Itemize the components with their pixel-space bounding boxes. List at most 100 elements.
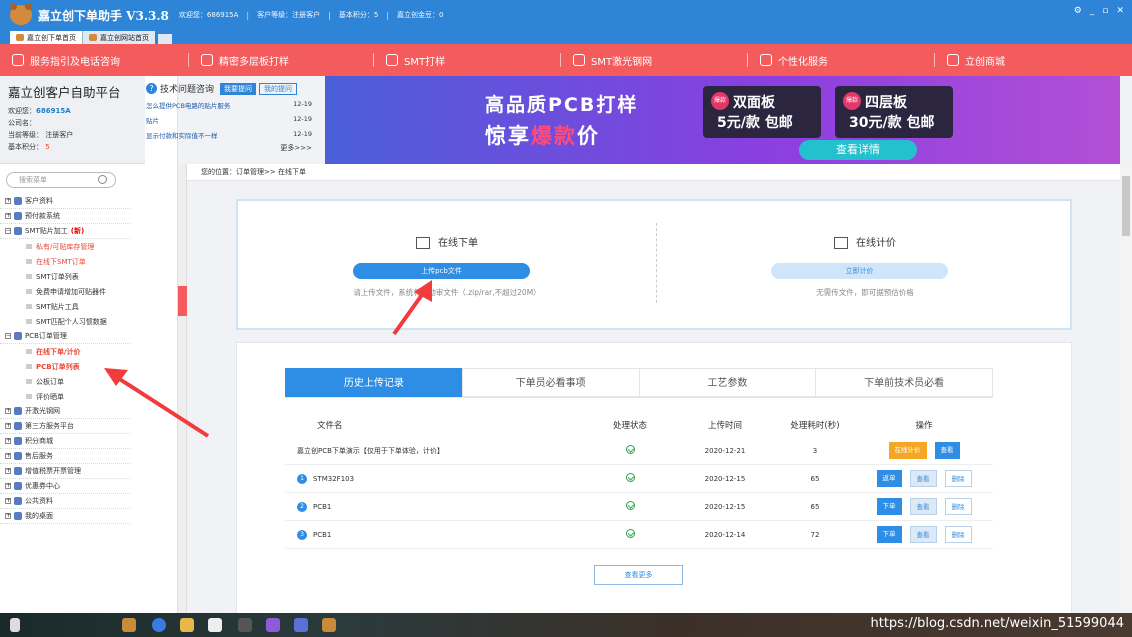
browser-icon[interactable]: [152, 618, 166, 632]
menu-group-pcb[interactable]: − PCB订单管理: [0, 329, 130, 344]
menu-group-after-sales[interactable]: + 售后服务: [0, 449, 130, 464]
customer-level-text: 客户等级：注册客户: [257, 11, 321, 19]
menu-item-smt-list[interactable]: SMT订单列表: [0, 269, 130, 284]
nav-custom-service[interactable]: 个性化服务: [748, 44, 934, 76]
menu-group-third-party[interactable]: + 第三方服务平台: [0, 419, 130, 434]
platform-title: 嘉立创客户自助平台: [8, 85, 121, 100]
menu-item-smt-habits[interactable]: SMT匹配个人习惯数据: [0, 314, 130, 329]
question-icon: ?: [146, 83, 157, 94]
flask-icon: [386, 54, 398, 66]
menu-group-coupon[interactable]: + 优惠券中心: [0, 479, 130, 494]
view-button[interactable]: 查看: [909, 470, 937, 487]
tab-process-params[interactable]: 工艺参数: [638, 368, 816, 397]
tech-title: 技术问题咨询: [160, 85, 215, 95]
menu-group-invoice[interactable]: + 增值税票开票管理: [0, 464, 130, 479]
question-item[interactable]: 怎么提供PCB电路的贴片服务 12-19: [146, 100, 312, 110]
quote-now-button[interactable]: 立即计价: [771, 263, 948, 279]
ask-question-button[interactable]: 我要提问: [220, 82, 257, 95]
minimize-icon[interactable]: _: [1090, 6, 1095, 16]
nav-multilayer[interactable]: 精密多层板打样: [189, 44, 373, 76]
bear-icon: [16, 34, 24, 41]
breadcrumb: 您的位置：订单管理>> 在线下单: [187, 164, 1120, 181]
window-tab-bar: 嘉立创下单首页 嘉立创网站首页: [0, 30, 1132, 44]
user-info-box: 嘉立创客户自助平台 欢迎您：686915A 公司名： 当前等级： 注册客户 基本…: [0, 76, 145, 164]
menu-item-smt-tools[interactable]: SMT贴片工具: [0, 299, 130, 314]
reorder-button[interactable]: 返单: [876, 470, 902, 487]
nav-smt-stencil[interactable]: SMT激光钢网: [561, 44, 747, 76]
app-bear-icon[interactable]: [122, 618, 136, 632]
view-more-button[interactable]: 查看更多: [594, 565, 683, 585]
delete-button[interactable]: 删除: [944, 498, 972, 515]
upload-pcb-button[interactable]: 上传pcb文件: [353, 263, 530, 279]
view-button[interactable]: 查看: [909, 526, 937, 543]
bear-icon: [89, 34, 97, 41]
flask-icon: [573, 54, 585, 66]
question-item[interactable]: 显示付款和实际值不一样 12-19: [146, 130, 312, 140]
view-button[interactable]: 查看: [909, 498, 937, 515]
menu-group-customer[interactable]: + 客户资料: [0, 194, 130, 209]
headset-icon: [12, 54, 24, 66]
tab-upload-history[interactable]: 历史上传记录: [285, 368, 462, 397]
menu-group-public-data[interactable]: + 公共资料: [0, 494, 130, 509]
new-tab-button[interactable]: [158, 34, 172, 44]
menu-group-points-mall[interactable]: + 积分商城: [0, 434, 130, 449]
notepad-icon[interactable]: [208, 618, 222, 632]
online-quote-button[interactable]: 在线计价: [888, 442, 927, 459]
search-icon[interactable]: [98, 175, 107, 184]
menu-item-smt-order[interactable]: 在线下SMT订单: [0, 254, 130, 269]
question-item[interactable]: 贴片 12-19: [146, 115, 312, 125]
watermark: https://blog.csdn.net/weixin_51599044: [870, 616, 1124, 631]
collapse-handle[interactable]: [178, 286, 187, 316]
tab-order-notes[interactable]: 下单员必看事项: [461, 368, 639, 397]
menu-item-smt-free[interactable]: 免费申请增加可贴器件: [0, 284, 130, 299]
settings-icon[interactable]: ⚙: [1074, 6, 1082, 16]
menu-search-input[interactable]: 搜索菜单: [6, 172, 116, 188]
menu-item-pcb-list[interactable]: PCB订单列表: [0, 359, 130, 374]
more-questions-link[interactable]: 更多>>>: [146, 143, 312, 153]
page-scrollbar[interactable]: [1120, 164, 1132, 613]
app-bear-icon[interactable]: [322, 618, 336, 632]
promo-banner[interactable]: 高品质PCB打样 惊享爆款价 爆款 双面板 5元/款 包邮 爆款 四层板 30元…: [325, 76, 1120, 164]
main-content: 在线下单 上传pcb文件 请上传文件，系统将自动审文件（.zip/rar,不超过…: [187, 182, 1120, 613]
menu-item-online-order[interactable]: 在线下单/计价: [0, 344, 130, 359]
menu-item-review[interactable]: 评价晒单: [0, 389, 130, 404]
my-questions-button[interactable]: 我的提问: [259, 82, 298, 95]
tab-tech-notes[interactable]: 下单前技术员必看: [815, 368, 993, 397]
order-button[interactable]: 下单: [876, 526, 902, 543]
menu-group-prepay[interactable]: + 预付款系统: [0, 209, 130, 224]
check-icon: [625, 529, 635, 538]
close-icon[interactable]: ✕: [1116, 6, 1124, 16]
menu-group-stencil[interactable]: + 开激光钢网: [0, 404, 130, 419]
tab-website-home[interactable]: 嘉立创网站首页: [82, 31, 155, 44]
table-header: 文件名 处理状态 上传时间 处理耗时(秒) 操作: [317, 421, 933, 431]
restore-icon[interactable]: ▫: [1102, 6, 1108, 16]
nav-service-guide[interactable]: 服务指引及电话咨询: [0, 44, 188, 76]
sidebar-collapse-bar[interactable]: [178, 164, 187, 613]
menu-item-smt-inventory[interactable]: 私有/可贴库存管理: [0, 239, 130, 254]
flask-icon: [760, 54, 772, 66]
start-icon[interactable]: [10, 618, 20, 632]
check-icon: [625, 473, 635, 482]
board-icon: [14, 332, 22, 340]
menu-group-desktop[interactable]: + 我的桌面: [0, 509, 130, 524]
order-button[interactable]: 下单: [876, 498, 902, 515]
online-order-column: 在线下单 上传pcb文件 请上传文件，系统将自动审文件（.zip/rar,不超过…: [238, 201, 656, 328]
menu-item-public-board[interactable]: 公板订单: [0, 374, 130, 389]
nav-smt[interactable]: SMT打样: [374, 44, 560, 76]
folder-icon[interactable]: [180, 618, 194, 632]
calculator-icon: [834, 237, 848, 249]
delete-button[interactable]: 删除: [944, 470, 972, 487]
scrollbar-thumb[interactable]: [1122, 176, 1130, 236]
menu-group-smt[interactable]: − SMT贴片加工 (新): [0, 224, 130, 239]
tab-order-home[interactable]: 嘉立创下单首页: [10, 31, 82, 44]
welcome-text: 欢迎您：686915A: [178, 11, 239, 19]
view-details-button[interactable]: 查看详情: [799, 140, 917, 160]
app-icon[interactable]: [266, 618, 280, 632]
stock-icon[interactable]: [238, 618, 252, 632]
tech-consult-panel: ? 技术问题咨询 我要提问 我的提问 怎么提供PCB电路的贴片服务 12-19 贴…: [146, 82, 312, 164]
history-panel: 历史上传记录 下单员必看事项 工艺参数 下单前技术员必看 文件名 处理状态 上传…: [236, 342, 1072, 613]
delete-button[interactable]: 删除: [944, 526, 972, 543]
app-icon[interactable]: [294, 618, 308, 632]
nav-mall[interactable]: 立创商城: [935, 44, 1125, 76]
view-button[interactable]: 查看: [934, 442, 960, 459]
